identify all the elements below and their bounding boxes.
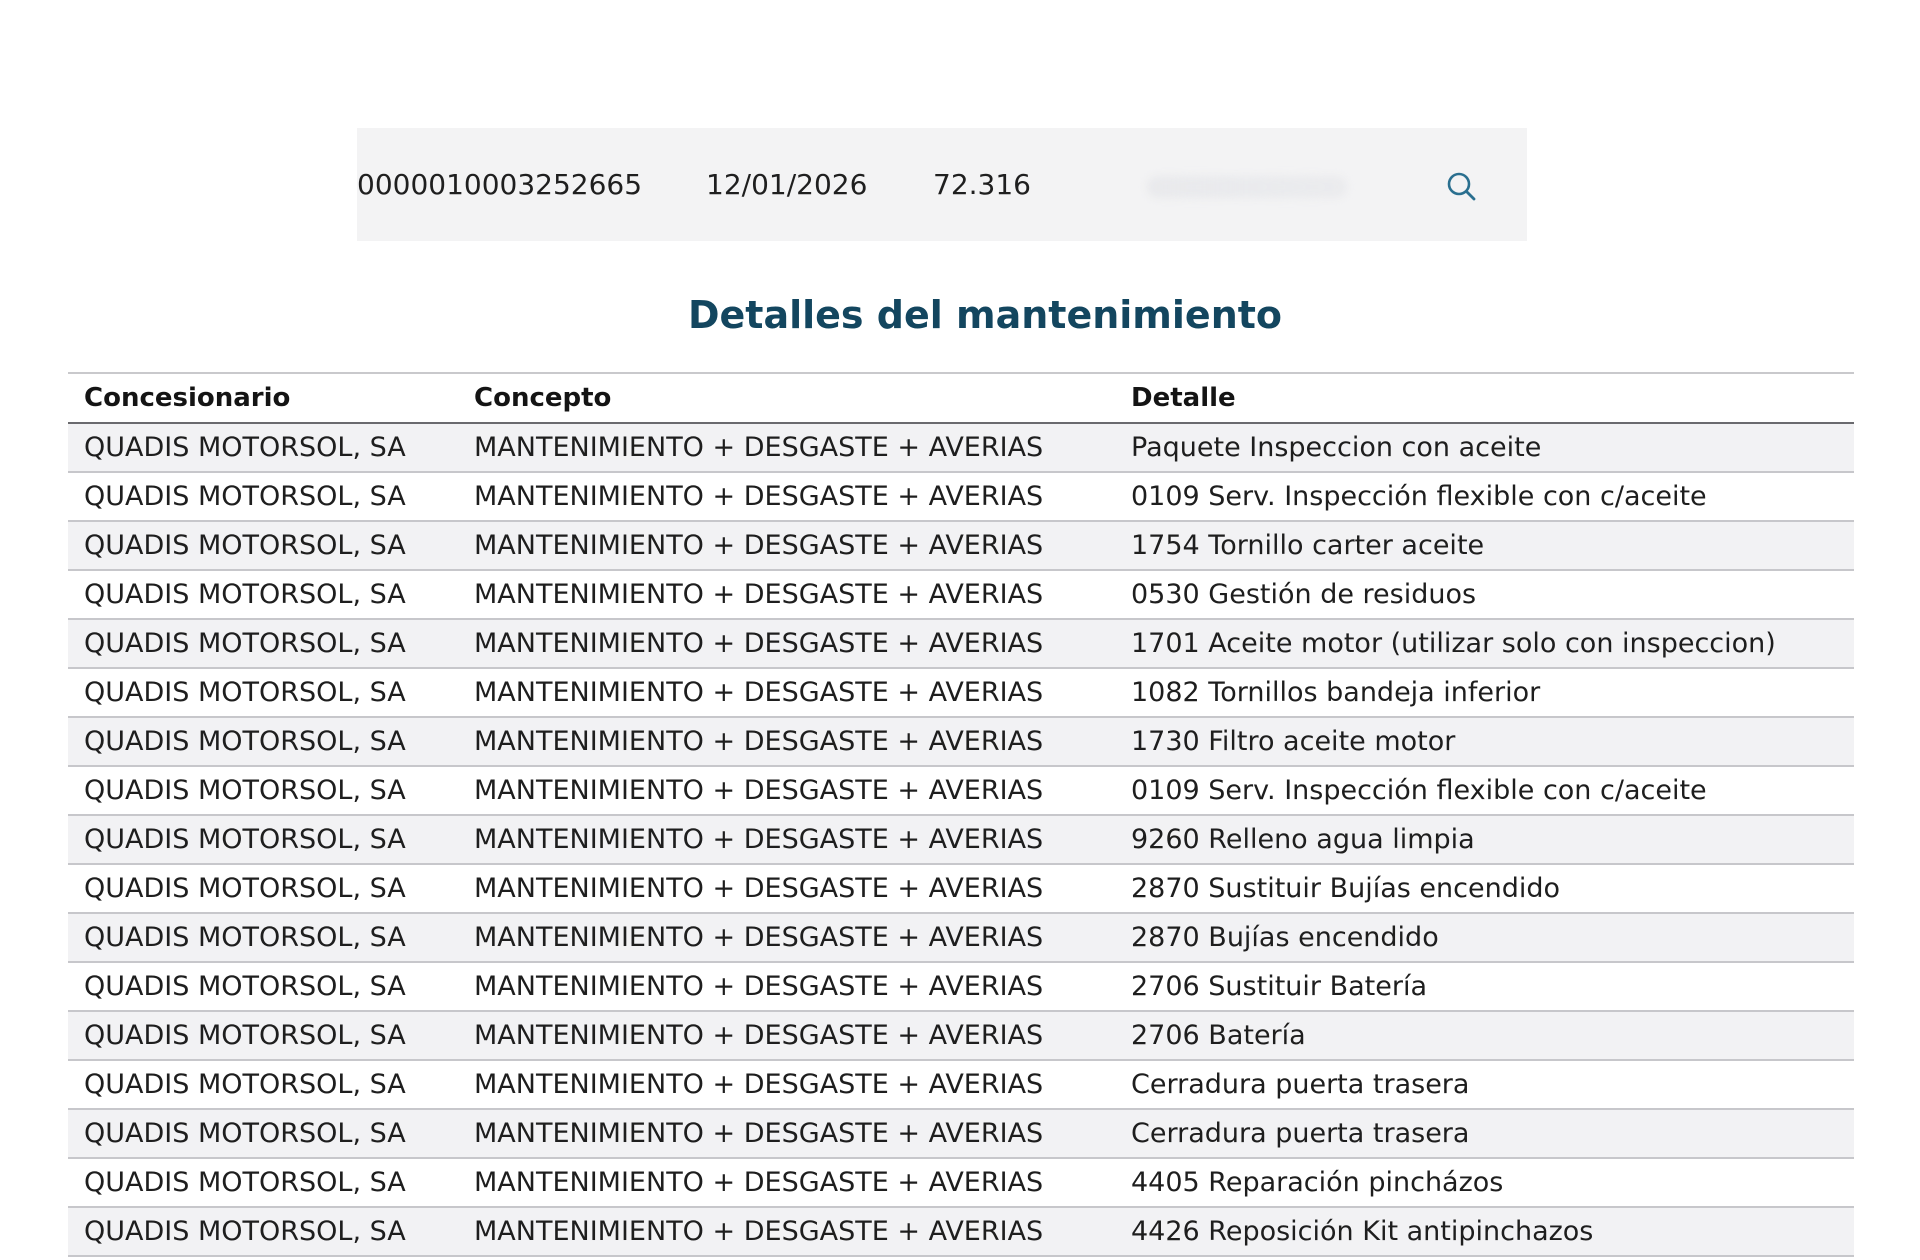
cell-detalle: 9260 Relleno agua limpia: [1131, 824, 1475, 855]
cell-concepto: MANTENIMIENTO + DESGASTE + AVERIAS: [474, 726, 1044, 757]
table-row: QUADIS MOTORSOL, SA MANTENIMIENTO + DESGA…: [68, 1109, 1854, 1158]
cell-detalle: Cerradura puerta trasera: [1131, 1118, 1470, 1149]
cell-concepto: MANTENIMIENTO + DESGASTE + AVERIAS: [474, 922, 1044, 953]
table-row: QUADIS MOTORSOL, SA MANTENIMIENTO + DESGA…: [68, 864, 1854, 913]
table-row: QUADIS MOTORSOL, SA MANTENIMIENTO + DESGA…: [68, 1207, 1854, 1256]
cell-concesionario: QUADIS MOTORSOL, SA: [84, 579, 406, 610]
maintenance-date: 12/01/2026: [706, 168, 868, 201]
cell-concepto: MANTENIMIENTO + DESGASTE + AVERIAS: [474, 971, 1044, 1002]
cell-concesionario: QUADIS MOTORSOL, SA: [84, 1118, 406, 1149]
cell-detalle: 0530 Gestión de residuos: [1131, 579, 1477, 610]
cell-concesionario: QUADIS MOTORSOL, SA: [84, 530, 406, 561]
column-header-concesionario: Concesionario: [68, 373, 458, 423]
cell-concesionario: QUADIS MOTORSOL, SA: [84, 677, 406, 708]
cell-detalle: 1701 Aceite motor (utilizar solo con ins…: [1131, 628, 1776, 659]
table-row: QUADIS MOTORSOL, SA MANTENIMIENTO + DESGA…: [68, 1158, 1854, 1207]
table-header-row: Concesionario Concepto Detalle: [68, 373, 1854, 423]
cell-concesionario: QUADIS MOTORSOL, SA: [84, 1020, 406, 1051]
cell-concepto: MANTENIMIENTO + DESGASTE + AVERIAS: [474, 824, 1044, 855]
cell-concepto: MANTENIMIENTO + DESGASTE + AVERIAS: [474, 1118, 1044, 1149]
cell-concesionario: QUADIS MOTORSOL, SA: [84, 1216, 406, 1247]
cell-concepto: MANTENIMIENTO + DESGASTE + AVERIAS: [474, 1069, 1044, 1100]
cell-detalle: 2706 Batería: [1131, 1020, 1306, 1051]
cell-detalle: 4405 Reparación pincházos: [1131, 1167, 1504, 1198]
cell-concepto: MANTENIMIENTO + DESGASTE + AVERIAS: [474, 1167, 1044, 1198]
maintenance-details-table-wrap: Concesionario Concepto Detalle QUADIS MO…: [68, 372, 1854, 1257]
cell-concepto: MANTENIMIENTO + DESGASTE + AVERIAS: [474, 1216, 1044, 1247]
mileage: 72.316: [933, 168, 1031, 201]
table-row: QUADIS MOTORSOL, SA MANTENIMIENTO + DESGA…: [68, 962, 1854, 1011]
table-row: QUADIS MOTORSOL, SA MANTENIMIENTO + DESGA…: [68, 423, 1854, 472]
cell-detalle: 2706 Sustituir Batería: [1131, 971, 1427, 1002]
cell-concepto: MANTENIMIENTO + DESGASTE + AVERIAS: [474, 481, 1044, 512]
table-row: QUADIS MOTORSOL, SA MANTENIMIENTO + DESGA…: [68, 717, 1854, 766]
cell-detalle: 1082 Tornillos bandeja inferior: [1131, 677, 1541, 708]
table-row: QUADIS MOTORSOL, SA MANTENIMIENTO + DESGA…: [68, 815, 1854, 864]
table-row: QUADIS MOTORSOL, SA MANTENIMIENTO + DESGA…: [68, 766, 1854, 815]
cell-concesionario: QUADIS MOTORSOL, SA: [84, 824, 406, 855]
blurred-dealer-name: [1147, 176, 1347, 198]
column-header-detalle: Detalle: [1115, 373, 1854, 423]
cell-concesionario: QUADIS MOTORSOL, SA: [84, 775, 406, 806]
cell-concepto: MANTENIMIENTO + DESGASTE + AVERIAS: [474, 1020, 1044, 1051]
section-title: Detalles del mantenimiento: [687, 293, 1283, 337]
cell-concepto: MANTENIMIENTO + DESGASTE + AVERIAS: [474, 873, 1044, 904]
cell-detalle: 4426 Reposición Kit antipinchazos: [1131, 1216, 1594, 1247]
cell-concesionario: QUADIS MOTORSOL, SA: [84, 1069, 406, 1100]
cell-concesionario: QUADIS MOTORSOL, SA: [84, 432, 406, 463]
cell-detalle: Paquete Inspeccion con aceite: [1131, 432, 1542, 463]
cell-detalle: Cerradura puerta trasera: [1131, 1069, 1470, 1100]
cell-concepto: MANTENIMIENTO + DESGASTE + AVERIAS: [474, 775, 1044, 806]
table-row: QUADIS MOTORSOL, SA MANTENIMIENTO + DESGA…: [68, 570, 1854, 619]
cell-concepto: MANTENIMIENTO + DESGASTE + AVERIAS: [474, 677, 1044, 708]
order-number: 0000010003252665: [357, 168, 643, 201]
cell-detalle: 2870 Bujías encendido: [1131, 922, 1439, 953]
cell-concesionario: QUADIS MOTORSOL, SA: [84, 628, 406, 659]
cell-concesionario: QUADIS MOTORSOL, SA: [84, 971, 406, 1002]
cell-concesionario: QUADIS MOTORSOL, SA: [84, 1167, 406, 1198]
maintenance-details-table: Concesionario Concepto Detalle QUADIS MO…: [68, 372, 1854, 1257]
cell-concepto: MANTENIMIENTO + DESGASTE + AVERIAS: [474, 432, 1044, 463]
table-row: QUADIS MOTORSOL, SA MANTENIMIENTO + DESGA…: [68, 913, 1854, 962]
cell-concesionario: QUADIS MOTORSOL, SA: [84, 726, 406, 757]
cell-concesionario: QUADIS MOTORSOL, SA: [84, 481, 406, 512]
cell-detalle: 1754 Tornillo carter aceite: [1131, 530, 1485, 561]
maintenance-summary-bar: 0000010003252665 12/01/2026 72.316: [357, 128, 1527, 241]
cell-detalle: 0109 Serv. Inspección flexible con c/ace…: [1131, 775, 1707, 806]
table-row: QUADIS MOTORSOL, SA MANTENIMIENTO + DESGA…: [68, 668, 1854, 717]
cell-concepto: MANTENIMIENTO + DESGASTE + AVERIAS: [474, 628, 1044, 659]
cell-concepto: MANTENIMIENTO + DESGASTE + AVERIAS: [474, 579, 1044, 610]
column-header-concepto: Concepto: [458, 373, 1115, 423]
cell-detalle: 2870 Sustituir Bujías encendido: [1131, 873, 1561, 904]
table-row: QUADIS MOTORSOL, SA MANTENIMIENTO + DESGA…: [68, 472, 1854, 521]
table-row: QUADIS MOTORSOL, SA MANTENIMIENTO + DESGA…: [68, 1060, 1854, 1109]
table-row: QUADIS MOTORSOL, SA MANTENIMIENTO + DESGA…: [68, 619, 1854, 668]
cell-detalle: 1730 Filtro aceite motor: [1131, 726, 1456, 757]
search-icon: [1447, 172, 1476, 201]
cell-concepto: MANTENIMIENTO + DESGASTE + AVERIAS: [474, 530, 1044, 561]
cell-concesionario: QUADIS MOTORSOL, SA: [84, 922, 406, 953]
cell-concesionario: QUADIS MOTORSOL, SA: [84, 873, 406, 904]
table-row: QUADIS MOTORSOL, SA MANTENIMIENTO + DESGA…: [68, 521, 1854, 570]
cell-detalle: 0109 Serv. Inspección flexible con c/ace…: [1131, 481, 1707, 512]
table-row: QUADIS MOTORSOL, SA MANTENIMIENTO + DESGA…: [68, 1011, 1854, 1060]
search-button[interactable]: [1443, 168, 1481, 206]
table-body: QUADIS MOTORSOL, SA MANTENIMIENTO + DESGA…: [68, 423, 1854, 1256]
